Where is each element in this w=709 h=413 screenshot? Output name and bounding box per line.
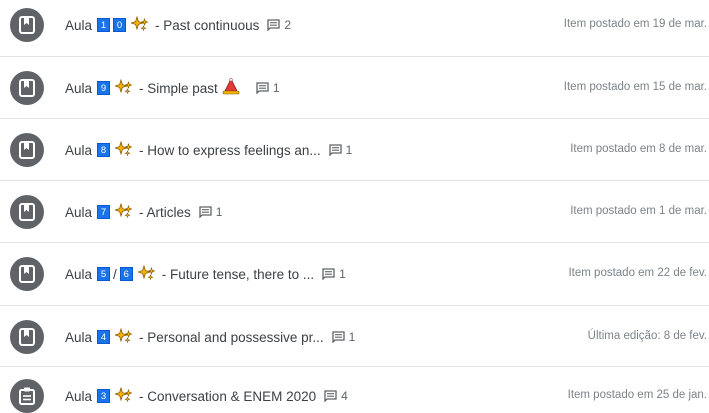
- comment-count[interactable]: 1: [331, 330, 356, 344]
- comment-icon: [324, 390, 341, 402]
- item-date: Item postado em 25 de jan.: [567, 389, 707, 401]
- comment-count[interactable]: 1: [256, 81, 280, 95]
- number-badge: 8: [97, 143, 111, 157]
- list-item[interactable]: Aula 5/6 - Future tense, there to ... 1 Item…: [0, 243, 709, 306]
- item-date: Última edição: 8 de fev.: [587, 330, 707, 342]
- comment-icon: [331, 331, 349, 343]
- book-icon: [10, 195, 44, 229]
- book-icon: [10, 320, 44, 354]
- sparkles-icon: [113, 327, 133, 347]
- comment-count-value: 1: [272, 81, 280, 95]
- item-date: Item postado em 8 de mar.: [570, 143, 707, 155]
- comment-count-value: 1: [345, 143, 353, 157]
- title-prefix: Aula: [65, 329, 93, 345]
- comment-icon: [199, 206, 216, 218]
- list-item[interactable]: Aula 7 - Articles 1 Item postado em 1 de mar…: [0, 181, 709, 243]
- item-title[interactable]: Aula 3 - Conversation & ENEM 2020 4: [65, 386, 348, 406]
- sparkles-icon: [113, 78, 133, 98]
- title-text: - Simple past: [139, 80, 218, 96]
- item-title[interactable]: Aula 1 0 - Past continuous 2: [65, 15, 291, 35]
- item-date: Item postado em 1 de mar.: [570, 205, 707, 217]
- title-prefix: Aula: [65, 266, 93, 282]
- comment-count[interactable]: 1: [328, 143, 353, 157]
- sparkles-icon: [113, 386, 133, 406]
- title-prefix: Aula: [65, 80, 93, 96]
- title-text: - Past continuous: [155, 17, 260, 33]
- comment-icon: [322, 268, 339, 280]
- item-title[interactable]: Aula 4 - Personal and possessive pr... 1: [65, 327, 356, 347]
- number-badge: 9: [97, 81, 111, 95]
- item-title[interactable]: Aula 5/6 - Future tense, there to ... 1: [65, 264, 346, 284]
- item-date: Item postado em 15 de mar.: [563, 81, 707, 93]
- title-prefix: Aula: [65, 142, 93, 158]
- number-badge: 6: [119, 267, 133, 281]
- comment-count[interactable]: 2: [267, 18, 291, 32]
- title-separator: /: [113, 266, 117, 282]
- comment-count-value: 1: [215, 205, 223, 219]
- comment-icon: [328, 144, 346, 156]
- comment-count-value: 4: [341, 389, 348, 403]
- item-title[interactable]: Aula 7 - Articles 1: [65, 202, 223, 222]
- comment-icon: [267, 19, 284, 31]
- comment-count-value: 1: [348, 330, 356, 344]
- number-badge: 4: [97, 330, 111, 344]
- sparkles-icon: [113, 202, 133, 222]
- list-item[interactable]: Aula 9 - Simple past 1 Item postado em 15 de…: [0, 57, 709, 119]
- number-badge: 7: [97, 205, 111, 219]
- sparkles-icon: [129, 15, 149, 35]
- book-icon: [10, 8, 44, 42]
- list-item[interactable]: Aula 1 0 - Past continuous 2 Item postado em …: [0, 0, 709, 57]
- title-prefix: Aula: [65, 388, 93, 404]
- comment-count[interactable]: 1: [199, 205, 223, 219]
- number-badge: 5: [97, 267, 111, 281]
- title-text: - Articles: [139, 204, 191, 220]
- title-prefix: Aula: [65, 204, 93, 220]
- list-item[interactable]: Aula 8 - How to express feelings an... 1 Ite…: [0, 119, 709, 181]
- number-badge: 1: [97, 18, 111, 32]
- assignment-icon: [10, 379, 44, 413]
- item-date: Item postado em 19 de mar.: [563, 18, 707, 30]
- sparkles-icon: [136, 264, 156, 284]
- item-title[interactable]: Aula 9 - Simple past 1: [65, 78, 280, 98]
- comment-count-value: 1: [339, 267, 346, 281]
- book-icon: [10, 133, 44, 167]
- comment-icon: [256, 82, 273, 94]
- list-item[interactable]: Aula 4 - Personal and possessive pr... 1 Últ…: [0, 306, 709, 367]
- title-prefix: Aula: [65, 17, 93, 33]
- comment-count[interactable]: 1: [322, 267, 346, 281]
- number-badge: 3: [97, 389, 111, 403]
- title-text: - Future tense, there to ...: [161, 266, 315, 282]
- list-item[interactable]: Aula 3 - Conversation & ENEM 2020 4 Item pos…: [0, 367, 709, 413]
- book-icon: [10, 257, 44, 291]
- wizard-hat-icon: [222, 78, 240, 98]
- item-title[interactable]: Aula 8 - How to express feelings an... 1: [65, 140, 353, 160]
- comment-count-value: 2: [284, 18, 292, 32]
- title-text: - Personal and possessive pr...: [139, 329, 324, 345]
- number-badge: 0: [113, 18, 127, 32]
- sparkles-icon: [113, 140, 133, 160]
- title-text: - How to express feelings an...: [139, 142, 321, 158]
- book-icon: [10, 71, 44, 105]
- comment-count[interactable]: 4: [324, 389, 348, 403]
- item-date: Item postado em 22 de fev.: [568, 267, 707, 279]
- title-text: - Conversation & ENEM 2020: [139, 388, 317, 404]
